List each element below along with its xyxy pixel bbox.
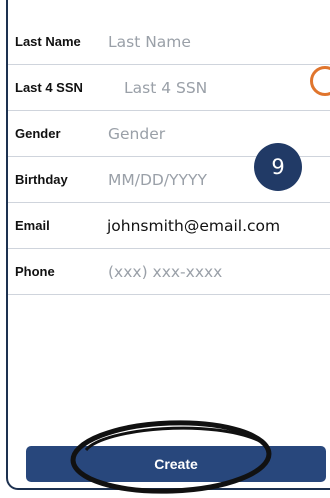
last-name-label: Last Name	[15, 34, 81, 49]
phone-input[interactable]: (xxx) xxx-xxxx	[108, 263, 222, 281]
phone-row[interactable]: Phone (xxx) xxx-xxxx	[8, 249, 330, 295]
last-4-ssn-label: Last 4 SSN	[15, 80, 83, 95]
email-input[interactable]: johnsmith@email.com	[107, 217, 280, 235]
phone-label: Phone	[15, 264, 55, 279]
gender-label: Gender	[15, 126, 61, 141]
birthday-input[interactable]: MM/DD/YYYY	[108, 171, 207, 189]
phone-frame: Last Name Last Name Last 4 SSN Last 4 SS…	[6, 0, 330, 490]
step-number-badge: 9	[254, 143, 302, 191]
last-4-ssn-input[interactable]: Last 4 SSN	[124, 79, 207, 97]
last-name-row[interactable]: Last Name Last Name	[8, 19, 330, 65]
gender-input[interactable]: Gender	[108, 125, 165, 143]
last-name-input[interactable]: Last Name	[108, 33, 191, 51]
email-row[interactable]: Email johnsmith@email.com	[8, 203, 330, 249]
last-4-ssn-row[interactable]: Last 4 SSN Last 4 SSN	[8, 65, 330, 111]
create-button[interactable]: Create	[26, 446, 326, 482]
email-label: Email	[15, 218, 50, 233]
birthday-label: Birthday	[15, 172, 68, 187]
